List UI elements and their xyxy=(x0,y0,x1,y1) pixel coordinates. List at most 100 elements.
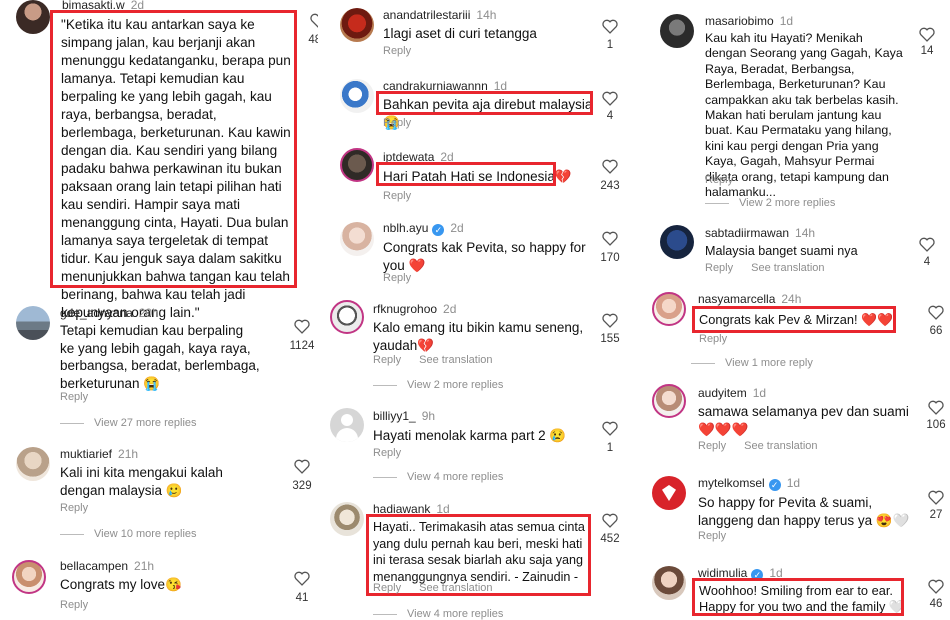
reply-link[interactable]: Reply xyxy=(705,174,733,186)
comment-username[interactable]: bellacampen 21h xyxy=(60,559,154,573)
heart-icon[interactable] xyxy=(927,399,945,415)
reply-link: Reply See translation xyxy=(373,582,493,594)
comment-text: Congrats kak Pevita, so happy for you ❤️ xyxy=(383,240,586,273)
comment-text: samawa selamanya pev dan suami❤️❤️❤️ xyxy=(698,404,909,437)
avatar[interactable] xyxy=(12,560,46,594)
reply-link[interactable]: Reply xyxy=(373,447,401,459)
comment-text: Kali ini kita mengakui kalah dengan mala… xyxy=(60,465,223,498)
comment-text: So happy for Pevita & suami, langgeng da… xyxy=(698,495,910,528)
view-more-replies[interactable]: View 2 more replies xyxy=(373,379,503,391)
avatar[interactable] xyxy=(340,222,374,256)
view-more-replies[interactable]: View 4 more replies xyxy=(373,471,503,483)
avatar[interactable] xyxy=(660,14,694,48)
verified-icon: ✓ xyxy=(432,224,445,236)
see-translation-link[interactable]: See translation xyxy=(419,582,492,594)
heart-icon[interactable] xyxy=(918,236,936,252)
comment-text: Congrats my love😘 xyxy=(60,577,182,592)
reply-link[interactable]: Reply xyxy=(698,440,726,452)
reply-link: Reply See translation xyxy=(705,262,825,274)
comment-username[interactable]: anandatrilestariii 14h xyxy=(383,8,496,22)
avatar[interactable] xyxy=(652,384,686,418)
heart-icon[interactable] xyxy=(601,158,619,174)
comment-username[interactable]: masariobimo 1d xyxy=(705,14,793,28)
like-count: 4 xyxy=(923,256,931,268)
avatar[interactable] xyxy=(340,8,374,42)
see-translation-link[interactable]: See translation xyxy=(419,354,492,366)
like-count: 66 xyxy=(929,325,943,337)
heart-icon[interactable] xyxy=(309,12,318,28)
like-count: 329 xyxy=(292,480,312,492)
avatar[interactable] xyxy=(340,148,374,182)
comment-username[interactable]: sabtadiirmawan 14h xyxy=(705,226,815,240)
heart-icon[interactable] xyxy=(927,489,945,505)
avatar[interactable] xyxy=(340,79,374,113)
view-more-replies[interactable]: View 2 more replies xyxy=(705,197,835,209)
heart-icon[interactable] xyxy=(927,304,945,320)
highlight-box xyxy=(50,10,297,288)
reply-link: Reply See translation xyxy=(698,440,818,452)
heart-icon[interactable] xyxy=(601,90,619,106)
avatar[interactable] xyxy=(16,306,50,340)
like-count: 1 xyxy=(606,39,614,51)
comment-username[interactable]: audyitem 1d xyxy=(698,386,766,400)
like-count: 170 xyxy=(600,252,620,264)
heart-icon[interactable] xyxy=(927,578,945,594)
view-more-replies[interactable]: View 4 more replies xyxy=(373,608,503,620)
comment-text: Kalo emang itu bikin kamu seneng, yaudah… xyxy=(373,320,584,353)
like-count: 155 xyxy=(600,333,620,345)
reply-link[interactable]: Reply xyxy=(60,502,88,514)
reply-link: Reply See translation xyxy=(373,354,493,366)
reply-link[interactable]: Reply xyxy=(383,272,411,284)
reply-link[interactable]: Reply xyxy=(698,530,726,542)
comment-username[interactable]: muktiarief 21h xyxy=(60,447,138,461)
heart-icon[interactable] xyxy=(601,18,619,34)
view-more-replies[interactable]: View 27 more replies xyxy=(60,417,197,429)
like-count: 27 xyxy=(929,509,943,521)
see-translation-link[interactable]: See translation xyxy=(751,262,824,274)
heart-icon[interactable] xyxy=(601,512,619,528)
view-more-replies[interactable]: View 1 more reply xyxy=(691,357,813,369)
avatar[interactable] xyxy=(652,292,686,326)
see-translation-link[interactable]: See translation xyxy=(744,440,817,452)
reply-link[interactable]: Reply xyxy=(373,354,401,366)
avatar[interactable] xyxy=(330,300,364,334)
comment-text: Tetapi kemudian kau berpaling ke yang le… xyxy=(60,323,260,391)
reply-link[interactable]: Reply xyxy=(373,582,401,594)
heart-icon[interactable] xyxy=(601,420,619,436)
avatar[interactable] xyxy=(652,566,686,600)
heart-icon[interactable] xyxy=(293,318,311,334)
reply-link[interactable]: Reply xyxy=(60,391,88,403)
heart-icon[interactable] xyxy=(918,26,936,42)
reply-link[interactable]: Reply xyxy=(383,117,411,129)
avatar[interactable] xyxy=(330,408,364,442)
heart-icon[interactable] xyxy=(293,570,311,586)
like-count: 14 xyxy=(920,45,934,57)
heart-icon[interactable] xyxy=(293,458,311,474)
like-count: 1 xyxy=(606,442,614,454)
avatar[interactable] xyxy=(660,225,694,259)
comment-text: Hayati menolak karma part 2 😢 xyxy=(373,428,567,443)
comment-column-1: bimasakti.w 2d "Ketika itu kau antarkan s… xyxy=(0,0,318,620)
comment-username[interactable]: nasyamarcella 24h xyxy=(698,292,801,306)
reply-link[interactable]: Reply xyxy=(705,262,733,274)
reply-link[interactable]: Reply xyxy=(383,190,411,202)
avatar[interactable] xyxy=(330,502,364,536)
heart-icon[interactable] xyxy=(601,230,619,246)
heart-icon[interactable] xyxy=(601,312,619,328)
view-more-replies[interactable]: View 10 more replies xyxy=(60,528,197,540)
reply-link[interactable]: Reply xyxy=(383,45,411,57)
avatar[interactable] xyxy=(652,476,686,510)
avatar[interactable] xyxy=(16,0,50,34)
comment-username[interactable]: mytelkomsel ✓ 1d xyxy=(698,476,800,491)
comment-username[interactable]: rfknugrohoo 2d xyxy=(373,302,456,316)
comment-username[interactable]: billiyy1_ 9h xyxy=(373,409,435,423)
reply-link[interactable]: Reply xyxy=(699,333,727,345)
comment-username[interactable]: nblh.ayu ✓ 2d xyxy=(383,221,464,236)
comment-text: 1lagi aset di curi tetangga xyxy=(383,26,537,41)
comment-username[interactable]: gde_adnyana 20h xyxy=(60,306,159,320)
avatar[interactable] xyxy=(16,447,50,481)
highlight-box xyxy=(376,162,556,186)
like-count: 452 xyxy=(600,533,620,545)
comment-column-3: masariobimo 1d Kau kah itu Hayati? Menika… xyxy=(640,0,950,620)
reply-link[interactable]: Reply xyxy=(60,599,88,611)
